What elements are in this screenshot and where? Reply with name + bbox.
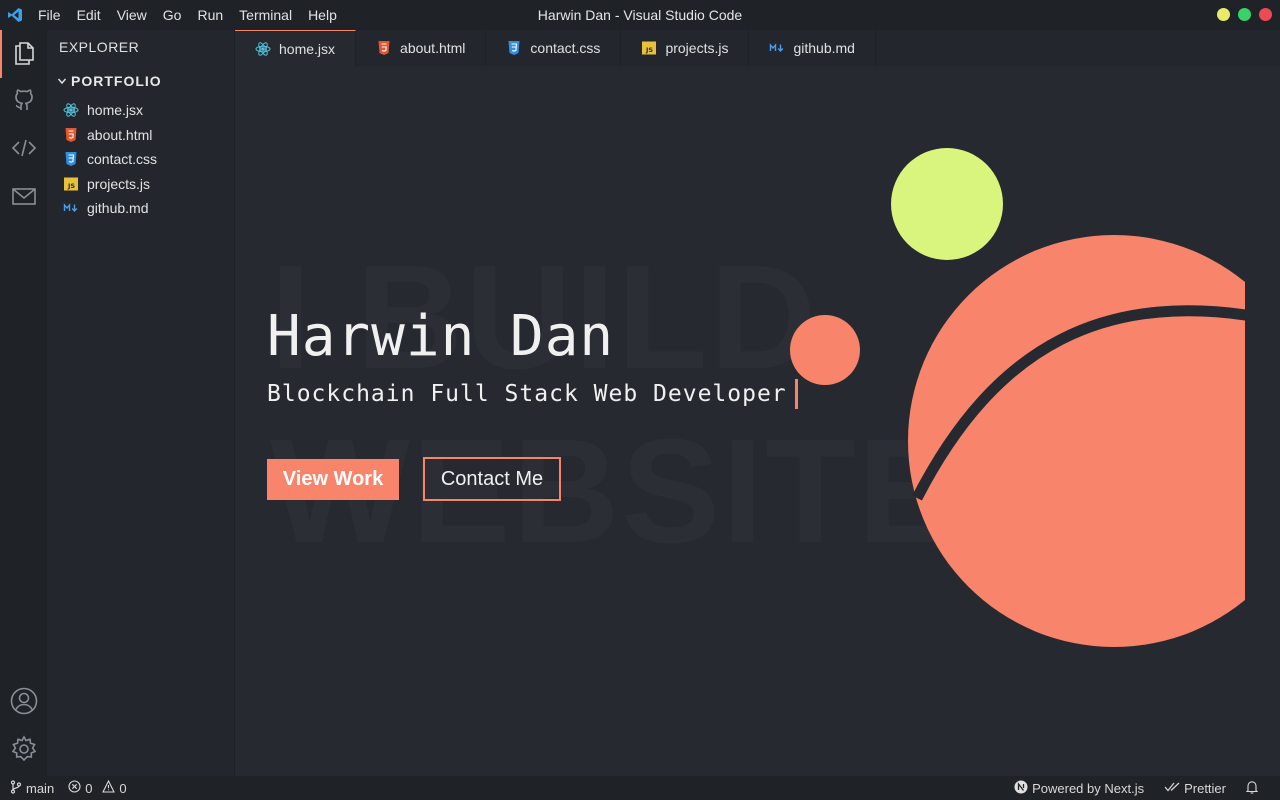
svg-text:JS: JS — [67, 182, 75, 190]
contact-me-button[interactable]: Contact Me — [423, 457, 561, 501]
hero-subtitle-text: Blockchain Full Stack Web Developer — [267, 381, 787, 407]
tab-label: about.html — [400, 40, 466, 56]
menu-file[interactable]: File — [30, 0, 69, 30]
hero-art — [790, 148, 1245, 647]
file-item-projects[interactable]: JS projects.js — [63, 172, 157, 197]
files-icon — [11, 38, 39, 71]
view-work-button[interactable]: View Work — [267, 459, 399, 500]
menu-view[interactable]: View — [109, 0, 155, 30]
file-label: about.html — [87, 126, 153, 143]
double-check-icon — [1164, 781, 1180, 796]
file-label: github.md — [87, 200, 149, 217]
prettier-label: Prettier — [1184, 780, 1226, 796]
file-label: projects.js — [87, 175, 151, 192]
html-icon — [376, 40, 392, 56]
markdown-icon — [769, 40, 785, 56]
warning-count: 0 — [119, 780, 127, 796]
js-icon: JS — [641, 40, 657, 56]
github-icon — [10, 86, 38, 119]
tab-about[interactable]: about.html — [356, 30, 487, 66]
powered-by-label: Powered by Next.js — [1032, 780, 1145, 796]
powered-by-nextjs[interactable]: Powered by Next.js — [1008, 776, 1150, 800]
chevron-down-icon — [57, 73, 67, 89]
explorer-button[interactable] — [0, 30, 47, 78]
file-item-github[interactable]: github.md — [63, 196, 157, 221]
folder-portfolio[interactable]: PORTFOLIO — [57, 73, 162, 89]
window-controls — [1217, 8, 1272, 21]
lime-circle — [891, 148, 1003, 260]
account-icon — [9, 686, 39, 721]
css-icon — [506, 40, 522, 56]
warning-icon — [102, 779, 116, 796]
js-icon: JS — [63, 176, 79, 192]
settings-button[interactable] — [0, 727, 47, 775]
tab-projects[interactable]: JS projects.js — [621, 30, 750, 66]
code-button[interactable] — [0, 126, 47, 174]
menu-go[interactable]: Go — [155, 0, 190, 30]
file-list: home.jsx about.html contact.css JS proje… — [63, 98, 157, 221]
vscode-logo-icon — [0, 0, 30, 30]
css-icon — [63, 151, 79, 167]
tab-label: github.md — [793, 40, 855, 56]
error-icon — [68, 780, 81, 796]
tab-label: contact.css — [530, 40, 601, 56]
maximize-button[interactable] — [1238, 8, 1251, 21]
mail-button[interactable] — [0, 174, 47, 222]
settings-icon — [9, 734, 39, 769]
tab-label: projects.js — [665, 40, 729, 56]
menu-edit[interactable]: Edit — [69, 0, 109, 30]
git-branch-icon — [10, 779, 22, 797]
title-bar: File Edit View Go Run Terminal Help Harw… — [0, 0, 1280, 30]
markdown-icon — [63, 200, 79, 216]
file-label: contact.css — [87, 151, 158, 168]
branch-name: main — [26, 780, 55, 796]
mail-icon — [10, 182, 38, 215]
account-button[interactable] — [0, 679, 47, 727]
menu-run[interactable]: Run — [189, 0, 231, 30]
minimize-button[interactable] — [1217, 8, 1230, 21]
file-label: home.jsx — [87, 102, 144, 119]
react-icon — [255, 41, 271, 57]
folder-label: PORTFOLIO — [71, 73, 162, 89]
editor-tabs: home.jsx about.html contact.css JS proje… — [235, 30, 1280, 66]
explorer-sidebar: EXPLORER PORTFOLIO home.jsx about.html c… — [47, 30, 235, 776]
typing-cursor — [794, 379, 798, 409]
hero-subtitle: Blockchain Full Stack Web Developer — [267, 379, 798, 409]
activity-bar — [0, 30, 47, 776]
menu-terminal[interactable]: Terminal — [231, 0, 300, 30]
tab-contact[interactable]: contact.css — [486, 30, 622, 66]
problems-indicator[interactable]: 0 0 — [62, 776, 132, 800]
bell-icon — [1245, 780, 1259, 797]
explorer-title: EXPLORER — [59, 39, 140, 55]
tab-home[interactable]: home.jsx — [235, 30, 357, 66]
hero-section: I BUILD WEBSITES Harwin Dan Blockchain F… — [235, 66, 1280, 776]
hero-name: Harwin Dan — [267, 304, 615, 369]
react-icon — [63, 102, 79, 118]
nextjs-icon — [1014, 780, 1028, 797]
menu-help[interactable]: Help — [300, 0, 345, 30]
tab-github[interactable]: github.md — [749, 30, 876, 66]
svg-text:JS: JS — [645, 46, 653, 54]
file-item-about[interactable]: about.html — [63, 123, 157, 148]
status-bar: main 0 0 Powered by Next.js Prettier — [0, 776, 1280, 800]
menu-bar: File Edit View Go Run Terminal Help — [30, 0, 345, 30]
large-coral-shape — [908, 235, 1245, 647]
status-bar-right: Powered by Next.js Prettier — [1008, 776, 1264, 800]
error-count: 0 — [85, 780, 93, 796]
tab-label: home.jsx — [279, 40, 336, 57]
small-coral-circle — [790, 315, 860, 385]
github-button[interactable] — [0, 78, 47, 126]
close-button[interactable] — [1259, 8, 1272, 21]
file-item-contact[interactable]: contact.css — [63, 147, 157, 172]
notifications-button[interactable] — [1240, 776, 1264, 800]
prettier-indicator[interactable]: Prettier — [1158, 776, 1232, 800]
branch-indicator[interactable]: main — [4, 776, 60, 800]
file-item-home[interactable]: home.jsx — [63, 98, 157, 123]
code-icon — [10, 134, 38, 167]
html-icon — [63, 127, 79, 143]
